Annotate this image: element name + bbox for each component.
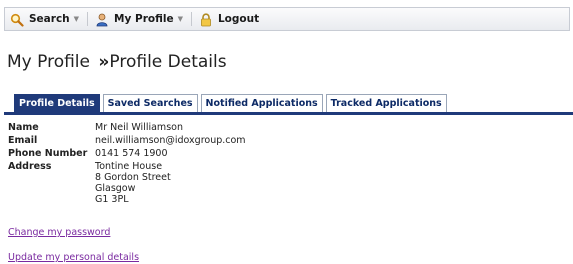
update-personal-details-link[interactable]: Update my personal details: [8, 252, 139, 263]
logout-button[interactable]: Logout: [194, 8, 265, 30]
breadcrumb-my-profile: My Profile: [7, 52, 90, 72]
address-line: Tontine House: [95, 161, 163, 172]
phone-label: Phone Number: [8, 148, 88, 159]
name-label: Name: [8, 122, 39, 133]
search-menu[interactable]: Search ▼: [5, 8, 85, 30]
address-label: Address: [8, 161, 52, 172]
email-label: Email: [8, 135, 38, 146]
address-line: G1 3PL: [95, 194, 129, 205]
email-row: Email neil.williamson@idoxgroup.com: [8, 135, 246, 146]
phone-value: 0141 574 1900: [95, 148, 168, 159]
tab-tracked-applications[interactable]: Tracked Applications: [325, 94, 447, 113]
profile-details-panel: Name Mr Neil Williamson Email neil.willi…: [8, 122, 246, 207]
breadcrumb-separator: »: [98, 52, 110, 72]
tab-saved-searches[interactable]: Saved Searches: [102, 94, 198, 113]
tab-notified-applications[interactable]: Notified Applications: [200, 94, 323, 113]
tab-profile-details[interactable]: Profile Details: [14, 94, 100, 113]
logout-label: Logout: [217, 13, 260, 25]
chevron-down-icon: ▼: [73, 15, 80, 23]
change-password-link[interactable]: Change my password: [8, 227, 110, 238]
address-row: Address Tontine House 8 Gordon Street Gl…: [8, 161, 246, 205]
name-value: Mr Neil Williamson: [95, 122, 183, 133]
search-icon: [10, 12, 24, 27]
user-icon: [95, 12, 109, 27]
my-profile-menu[interactable]: My Profile ▼: [90, 8, 189, 30]
phone-row: Phone Number 0141 574 1900: [8, 148, 246, 159]
my-profile-label: My Profile: [114, 13, 174, 25]
toolbar-divider: [87, 12, 89, 26]
address-value: Tontine House 8 Gordon Street Glasgow G1…: [95, 161, 171, 205]
chevron-down-icon: ▼: [177, 15, 183, 23]
toolbar-divider: [190, 12, 192, 26]
address-line: Glasgow: [95, 183, 136, 194]
breadcrumb-profile-details: Profile Details: [109, 52, 227, 72]
page-title: My Profile »Profile Details: [7, 52, 227, 72]
email-value: neil.williamson@idoxgroup.com: [95, 135, 246, 146]
address-line: 8 Gordon Street: [95, 172, 171, 183]
lock-icon: [199, 12, 213, 27]
top-toolbar: Search ▼ My Profile ▼ Logout: [4, 7, 570, 31]
search-label: Search: [29, 13, 70, 25]
tab-bar-underline: [4, 112, 573, 115]
profile-tabs: Profile Details Saved Searches Notified …: [14, 94, 450, 113]
name-row: Name Mr Neil Williamson: [8, 122, 246, 133]
